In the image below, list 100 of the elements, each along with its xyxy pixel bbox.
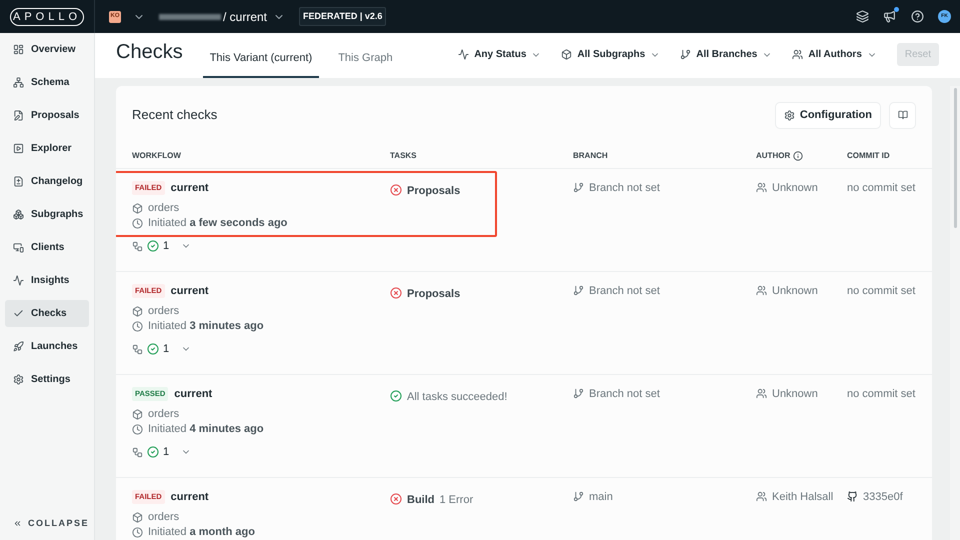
subgraph-name: orders [148,201,180,215]
author-name: Unknown [772,181,818,195]
sidebar-item[interactable]: Proposals [5,102,89,129]
clock-icon [132,526,143,538]
megaphone-icon[interactable] [883,10,897,24]
column-header: COMMIT ID [847,150,890,162]
workflow-icon [132,446,143,458]
subgraph-name: orders [148,304,180,318]
tab[interactable]: This Graph [331,50,400,78]
branch-icon [573,388,584,399]
author-name: Keith Halsall [772,490,834,504]
filter-dropdown[interactable]: All Subgraphs [561,47,660,62]
author-name: Unknown [772,284,818,298]
workflow-icon [132,344,143,354]
initiated-time: Initiated 4 minutes ago [148,422,264,436]
page-title: Checks [116,40,183,65]
task-name[interactable]: All tasks succeeded! [407,390,508,404]
branch-icon [573,285,584,296]
document-edit-icon [13,110,24,121]
check-circle-icon [147,343,159,355]
devices-icon [13,242,24,253]
column-header: BRANCH [573,150,608,162]
branch-icon [680,49,692,60]
pulse-icon [13,275,24,286]
play-icon [13,143,24,154]
branch-name: main [589,490,613,504]
scrollbar-thumb[interactable] [954,88,956,228]
sidebar-item[interactable]: Insights [5,267,89,294]
people-icon [756,491,767,502]
branch-icon [573,182,584,193]
sidebar-item[interactable]: Subgraphs [5,201,89,228]
clock-icon [132,424,143,434]
cube-icon [132,408,143,420]
initiated-time: Initiated a month ago [148,525,255,539]
federation-tag: FEDERATED | v2.6 [299,6,386,26]
logo[interactable]: APOLLO [10,8,84,26]
boxes-icon [13,209,24,220]
people-icon [756,285,767,296]
cube-icon [132,512,143,522]
workflow-name[interactable]: current [170,181,209,195]
workflow-name[interactable]: current [170,284,209,298]
network-icon [13,77,24,88]
check-circle-icon [147,240,159,252]
collapse-button[interactable]: COLLAPSE [5,516,89,530]
rocket-icon [13,341,24,352]
workflow-name[interactable]: current [174,387,212,401]
layers-icon[interactable] [856,10,869,23]
commit-id: no commit set [847,387,916,401]
subgraph-name: orders [148,510,180,524]
sidebar-item[interactable]: Clients [5,234,89,261]
clock-icon [132,320,143,332]
task-name[interactable]: Proposals [407,287,460,301]
task-name[interactable]: Build [407,493,434,507]
dashboard-icon [13,44,24,55]
people-icon [756,388,767,399]
filter-dropdown[interactable]: All Authors [792,47,877,62]
filter-dropdown[interactable]: Any Status [458,47,542,62]
sidebar-item[interactable]: Schema [5,69,89,96]
diff-icon [13,176,24,187]
variant-name[interactable]: / current [223,8,268,26]
subgraph-name: orders [148,407,180,421]
workflow-name[interactable]: current [170,490,209,504]
branch-name: Branch not set [589,181,660,195]
card-title: Recent checks [132,106,218,124]
settings-icon [13,374,24,385]
sidebar-item[interactable]: Explorer [5,135,89,162]
branch-name: Branch not set [589,284,660,298]
column-header: WORKFLOW [132,150,181,162]
people-icon [756,182,767,193]
configuration-button[interactable]: Configuration [774,102,881,128]
passed-count: 1 [163,445,170,459]
author-name: Unknown [772,387,818,401]
workflow-icon [132,240,143,252]
info-icon[interactable] [793,151,804,161]
double-chevron-left-icon [13,518,22,528]
sidebar-item[interactable]: Overview [5,36,89,63]
task-detail: 1 Error [440,493,474,507]
help-icon[interactable] [911,10,924,23]
check-circle-icon [147,446,159,458]
sidebar-item[interactable]: Changelog [5,168,89,195]
branch-icon [573,491,584,502]
commit-id: no commit set [847,181,916,195]
gear-icon [784,110,795,120]
tab[interactable]: This Variant (current) [202,50,320,78]
filter-dropdown[interactable]: All Branches [680,47,772,62]
sidebar-item[interactable]: Launches [5,333,89,360]
redacted-text-placeholder [159,14,221,20]
commit-id: no commit set [847,284,916,298]
branch-name: Branch not set [589,387,660,401]
book-icon [898,110,908,120]
sidebar-item[interactable]: Checks [5,300,89,327]
book-button[interactable] [889,102,916,128]
task-name[interactable]: Proposals [407,184,460,198]
cube-icon [561,49,572,60]
commit-id[interactable]: 3335e0f [863,490,903,504]
pulse-icon [458,49,470,60]
check-icon [13,308,24,319]
column-header: TASKS [390,150,417,162]
sidebar-item[interactable]: Settings [5,366,89,393]
people-icon [792,49,804,60]
